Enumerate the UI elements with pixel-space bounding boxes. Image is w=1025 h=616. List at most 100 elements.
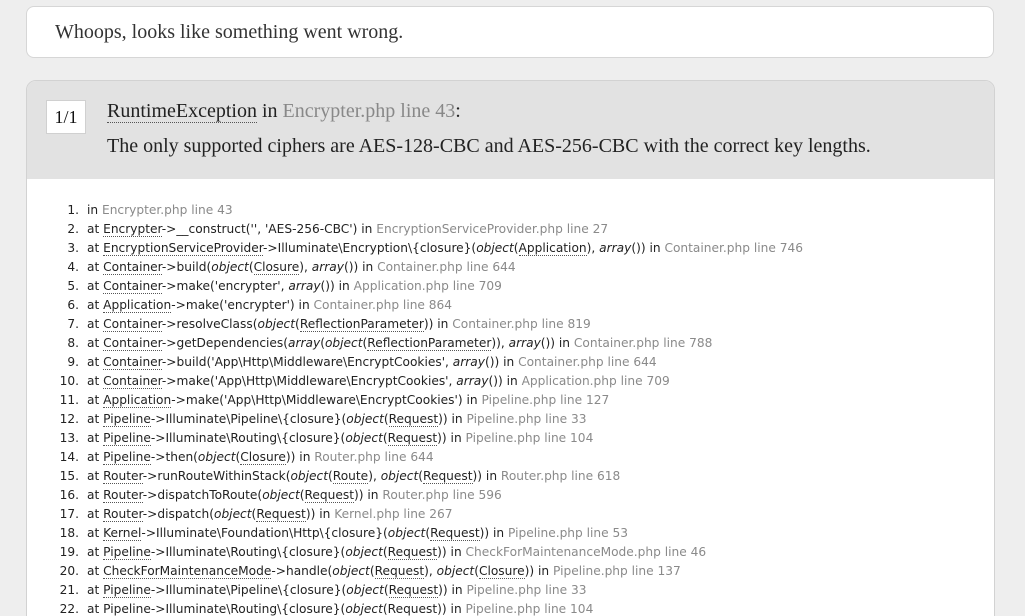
exception-title: RuntimeException in Encrypter.php line 4…	[107, 100, 461, 123]
stack-frame: 13. at Pipeline->Illuminate\Routing\{clos…	[57, 429, 803, 448]
stack-frame-type: array	[456, 374, 489, 388]
stack-frame-type: array	[288, 279, 321, 293]
stack-frame-text: ),	[586, 241, 600, 255]
stack-frame-class: Router	[103, 507, 143, 522]
stack-frame-text: )) in	[438, 412, 467, 426]
stack-frame-file-link[interactable]: Pipeline.php line 104	[466, 602, 594, 616]
stack-frame-type: object	[345, 431, 383, 445]
stack-frame-file-link[interactable]: Router.php line 618	[501, 469, 620, 483]
stack-frame-file-link[interactable]: Container.php line 644	[377, 260, 516, 274]
stack-frame-type: object	[324, 336, 363, 350]
stack-frame-file-link[interactable]: Encrypter.php line 43	[102, 203, 233, 217]
stack-frame-text: at	[87, 450, 104, 464]
stack-frame: 3. at EncryptionServiceProvider->Illumina…	[57, 239, 803, 258]
stack-frame: 10. at Container->make('App\Http\Middlewa…	[57, 372, 803, 391]
stack-frame-number: 22.	[59, 602, 79, 616]
stack-frame-text: )),	[491, 336, 509, 350]
stack-frame-file-link[interactable]: Pipeline.php line 104	[466, 431, 594, 445]
stack-frame-file-link[interactable]: Container.php line 788	[574, 336, 713, 350]
stack-frame: 22. at Pipeline->Illuminate\Routing\{clos…	[57, 600, 803, 616]
stack-frame-type: object	[380, 469, 419, 483]
stack-frame-file-link[interactable]: Pipeline.php line 137	[553, 564, 681, 578]
stack-frame-class: Closure	[253, 260, 300, 275]
stack-frame-text: at	[87, 279, 104, 293]
stack-frame-text: ),	[368, 469, 381, 483]
stack-frame: 11. at Application->make('App\Http\Middle…	[57, 391, 803, 410]
stack-frame-text: ->__construct('', 'AES-256-CBC') in	[161, 222, 377, 236]
stack-frame-file-link[interactable]: Container.php line 864	[314, 298, 453, 312]
stack-frame-number: 10.	[59, 374, 79, 388]
stack-frame-text: at	[87, 431, 104, 445]
stack-frame: 15. at Router->runRouteWithinStack(object…	[57, 467, 803, 486]
stack-frame: 19. at Pipeline->Illuminate\Routing\{clos…	[57, 543, 803, 562]
exception-header: 1/1 RuntimeException in Encrypter.php li…	[27, 81, 994, 179]
exception-colon: :	[455, 100, 461, 122]
stack-frame-file-link[interactable]: Application.php line 709	[522, 374, 670, 388]
stack-frame-text: ->Illuminate\Routing\{closure}(	[150, 602, 346, 616]
stack-frame-text: at	[87, 374, 104, 388]
stack-frame-text: at	[87, 298, 104, 312]
stack-frame-type: object	[213, 507, 252, 521]
stack-frame-text: ()) in	[320, 279, 354, 293]
stack-frame-file-link[interactable]: Application.php line 709	[354, 279, 502, 293]
stack-frame-number: 5.	[67, 279, 79, 293]
stack-frame-class: Request	[374, 564, 425, 579]
stack-frame-number: 1.	[67, 203, 79, 217]
stack-frame-class: Request	[388, 583, 439, 598]
stack-frame-text: )) in	[423, 317, 453, 331]
stack-frame: 6. at Application->make('encrypter') in C…	[57, 296, 803, 315]
stack-frame-file-link[interactable]: CheckForMaintenanceMode.php line 46	[466, 545, 707, 559]
stack-frame-text: ->make('encrypter') in	[171, 298, 314, 312]
stack-frame-class: Pipeline	[103, 583, 151, 598]
stack-frame-file-link[interactable]: Container.php line 746	[664, 241, 803, 255]
stack-frame-text: ->then(	[150, 450, 198, 464]
stack-frame-number: 15.	[59, 469, 79, 483]
stack-frame-text: at	[87, 222, 104, 236]
stack-frame-type: object	[476, 241, 514, 255]
stack-frame-class: Application	[103, 298, 172, 313]
stack-frame-class: ReflectionParameter	[299, 317, 424, 332]
stack-frame-class: Container	[103, 355, 162, 370]
stack-frame: 20. at CheckForMaintenanceMode->handle(ob…	[57, 562, 803, 581]
stack-frame-file-link[interactable]: Pipeline.php line 33	[467, 412, 587, 426]
stack-frame-text: ->Illuminate\Routing\{closure}(	[150, 545, 346, 559]
stack-frame-text: (	[383, 583, 389, 597]
stack-frame-file-link[interactable]: Router.php line 644	[314, 450, 433, 464]
stack-frame-text: ->resolveClass(	[161, 317, 258, 331]
stack-frame-text: at	[87, 469, 104, 483]
stack-frame-text: at	[87, 583, 104, 597]
stack-frame-file-link[interactable]: Router.php line 596	[382, 488, 501, 502]
stack-frame-class: Pipeline	[103, 431, 151, 446]
stack-frame-class: Application	[518, 241, 587, 256]
stack-frame-type: object	[436, 564, 475, 578]
exception-location-link[interactable]: Encrypter.php line 43	[283, 100, 456, 122]
stack-frame-text: (	[513, 241, 519, 255]
stack-frame-file-link[interactable]: Container.php line 819	[452, 317, 591, 331]
stack-frame: 12. at Pipeline->Illuminate\Pipeline\{clo…	[57, 410, 803, 429]
stack-frame-class: Container	[103, 317, 162, 332]
stack-frame-type: object	[197, 450, 236, 464]
stack-frame-class: Pipeline	[103, 412, 151, 427]
stack-frame: 16. at Router->dispatchToRoute(object(Req…	[57, 486, 803, 505]
stack-frame-text: ->dispatch(	[142, 507, 214, 521]
stack-frame-text: ->runRouteWithinStack(	[142, 469, 291, 483]
stack-frame-file-link[interactable]: Kernel.php line 267	[334, 507, 452, 521]
exception-panel: 1/1 RuntimeException in Encrypter.php li…	[26, 80, 995, 616]
stack-frame-text: ->make('encrypter',	[161, 279, 289, 293]
stack-frame-number: 12.	[59, 412, 79, 426]
stack-frame-file-link[interactable]: Pipeline.php line 127	[481, 393, 609, 407]
stack-frame-class: EncryptionServiceProvider	[103, 241, 263, 256]
stack-frame-text: (	[248, 260, 254, 274]
stack-trace-list: 1. in Encrypter.php line 43 2. at Encrypter…	[57, 201, 803, 616]
stack-frame-file-link[interactable]: Container.php line 644	[518, 355, 657, 369]
stack-frame-type: object	[387, 526, 426, 540]
stack-frame-type: object	[346, 412, 384, 426]
stack-frame-file-link[interactable]: Pipeline.php line 33	[467, 583, 587, 597]
stack-frame-file-link[interactable]: Pipeline.php line 53	[508, 526, 628, 540]
stack-frame-file-link[interactable]: EncryptionServiceProvider.php line 27	[376, 222, 608, 236]
stack-frame-text: (	[299, 488, 305, 502]
stack-frame: 9. at Container->build('App\Http\Middlewa…	[57, 353, 803, 372]
stack-frame-text: (	[382, 602, 388, 616]
stack-frame-text: (	[382, 431, 388, 445]
stack-frame-number: 11.	[59, 393, 79, 407]
